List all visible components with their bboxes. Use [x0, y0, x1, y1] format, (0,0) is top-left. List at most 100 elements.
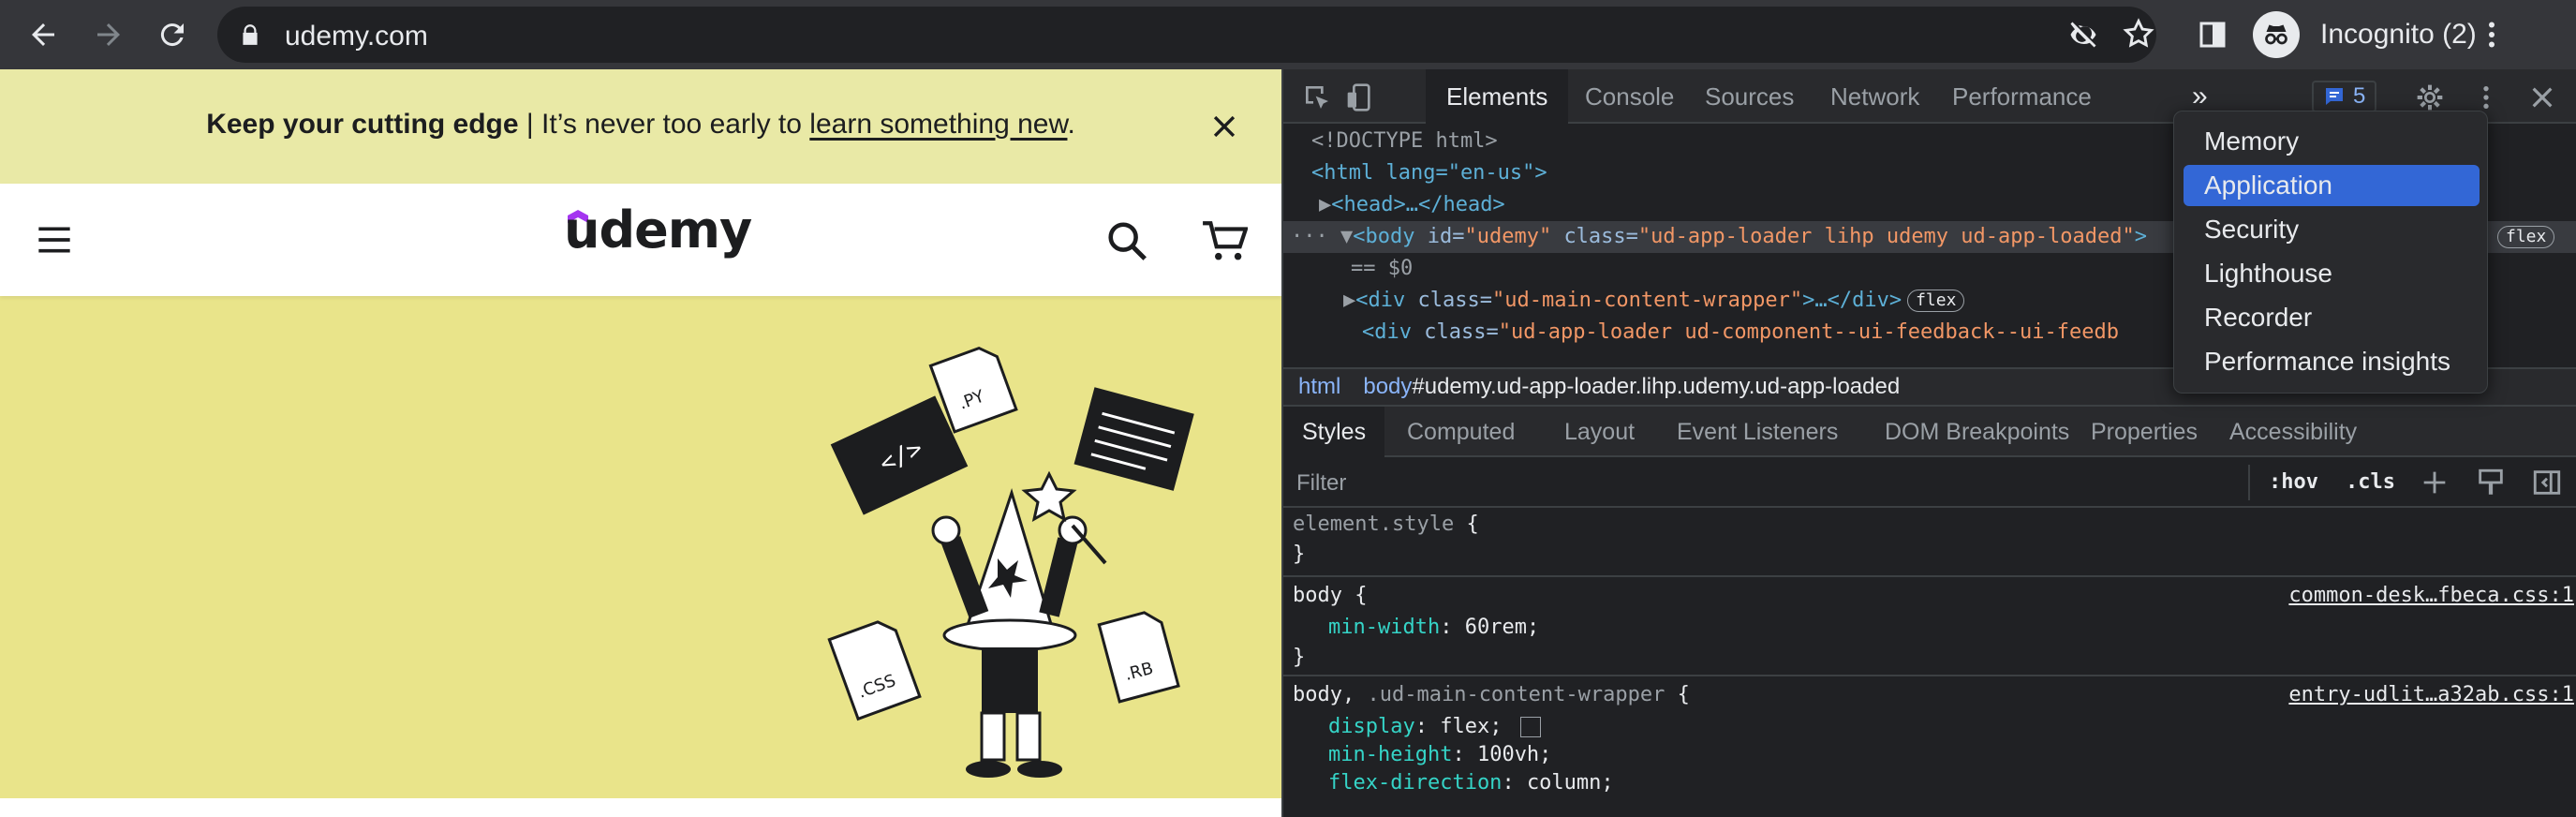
rule3-value-flexdir[interactable]: column; [1527, 771, 1614, 795]
inspect-element-icon[interactable] [1302, 82, 1332, 112]
div1-class-value: "ud-main-content-wrapper" [1491, 289, 1803, 312]
subtab-dom-breakpoints[interactable]: DOM Breakpoints [1866, 407, 2088, 457]
promo-banner: Keep your cutting edge | It’s never too … [0, 69, 1281, 184]
menu-item-application[interactable]: Application [2184, 165, 2480, 206]
subtab-computed[interactable]: Computed [1388, 407, 1533, 457]
body-class-value: "ud-app-loader lihp udemy ud-app-loaded" [1637, 225, 2135, 248]
rule1-selector: element.style [1293, 512, 1455, 536]
banner-text: | It’s never too early to [518, 109, 810, 140]
rule3-value-minheight[interactable]: 100vh; [1477, 743, 1551, 766]
issues-count: 5 [2353, 83, 2366, 109]
crumb-html[interactable]: html [1298, 374, 1340, 399]
menu-item-security[interactable]: Security [2184, 209, 2480, 250]
tab-console[interactable]: Console [1564, 69, 1695, 124]
styles-filter-input[interactable]: Filter [1296, 470, 1346, 497]
browser-menu-button[interactable] [2465, 8, 2518, 61]
dom-doctype[interactable]: <!DOCTYPE html> [1311, 126, 1498, 157]
hamburger-menu-icon[interactable] [34, 221, 75, 259]
ellipsis-icon[interactable]: ··· [1291, 225, 1340, 248]
rule3-prop-minheight[interactable]: min-height [1328, 743, 1452, 766]
subtab-accessibility[interactable]: Accessibility [2211, 407, 2376, 457]
div2-class-value: "ud-app-loader ud-component--ui-feedback… [1498, 320, 2119, 344]
bookmark-star-icon[interactable] [2121, 16, 2156, 52]
styles-pane: element.style { } body { common-desk…fbe… [1283, 508, 2576, 817]
eye-off-icon[interactable] [2066, 18, 2100, 52]
close-devtools-icon[interactable] [2527, 82, 2557, 112]
dom-head-node[interactable]: ▶<head>…</head> [1319, 189, 1505, 221]
filter-divider [2248, 465, 2250, 500]
browser-toolbar: udemy.com Incognito (2) [0, 0, 2576, 69]
devtools-menu-icon[interactable] [2471, 82, 2501, 112]
arrow-left-icon [32, 23, 54, 46]
dom-app-loader-node[interactable]: <div class="ud-app-loader ud-component--… [1362, 317, 2119, 349]
device-toolbar-icon[interactable] [1345, 82, 1375, 112]
crumb-body[interactable]: body#udemy.ud-app-loader.lihp.udemy.ud-a… [1363, 374, 1900, 399]
arrow-right-icon [97, 23, 120, 46]
flexbox-editor-icon[interactable] [1519, 717, 1541, 737]
side-panel-button[interactable] [2186, 8, 2239, 61]
style-rule-body[interactable]: body { common-desk…fbeca.css:1 min-width… [1283, 577, 2576, 676]
banner-bold-text: Keep your cutting edge [206, 109, 519, 140]
menu-item-performance-insights[interactable]: Performance insights [2184, 341, 2480, 382]
rule3-value-display[interactable]: flex; [1440, 715, 1502, 738]
rule2-prop[interactable]: min-width [1328, 616, 1440, 639]
expand-triangle-icon[interactable]: ▶ [1343, 289, 1355, 312]
rule2-source-link[interactable]: common-desk…fbeca.css:1 [2288, 581, 2574, 611]
tab-network[interactable]: Network [1810, 69, 1940, 124]
subtab-styles[interactable]: Styles [1283, 407, 1385, 457]
lock-icon [243, 24, 258, 45]
style-rule-body-wrapper[interactable]: body, .ud-main-content-wrapper { entry-u… [1283, 676, 2576, 817]
web-page: Keep your cutting edge | It’s never too … [0, 69, 1281, 817]
flex-badge[interactable]: flex [1907, 290, 1965, 312]
body-class-attr: class [1563, 225, 1626, 248]
hov-toggle[interactable]: :hov [2269, 470, 2318, 494]
style-rule-element[interactable]: element.style { } [1283, 508, 2576, 577]
rule3-source-link[interactable]: entry-udlit…a32ab.css:1 [2288, 680, 2574, 710]
dom-html-node[interactable]: <html lang="en-us"> [1311, 157, 1547, 189]
more-tabs-menu: Memory Application Security Lighthouse R… [2173, 111, 2488, 394]
collapse-triangle-icon[interactable]: ▼ [1340, 225, 1353, 248]
crumb-body-tag: body [1363, 374, 1413, 399]
styles-filter-row: Filter :hov .cls [1283, 457, 2576, 508]
forward-button[interactable] [82, 8, 135, 61]
dom-main-wrapper-node[interactable]: ▶<div class="ud-main-content-wrapper">…<… [1343, 285, 1965, 317]
body-id-value: "udemy" [1464, 225, 1552, 248]
banner-close-icon[interactable] [1208, 111, 1240, 142]
rule2-selector: body [1293, 584, 1342, 607]
cls-toggle[interactable]: .cls [2346, 470, 2395, 494]
expand-triangle-icon[interactable]: ▶ [1319, 193, 1331, 216]
tab-performance[interactable]: Performance [1932, 69, 2112, 124]
shopping-cart-icon[interactable] [1201, 217, 1248, 264]
incognito-label: Incognito (2) [2320, 19, 2477, 50]
paint-brush-icon[interactable] [2475, 467, 2507, 498]
subtab-layout[interactable]: Layout [1546, 407, 1653, 457]
rule2-value[interactable]: 60rem; [1465, 616, 1539, 639]
rule3-selector-a: body, [1293, 683, 1355, 706]
page-bottom-strip [0, 798, 1281, 817]
settings-gear-icon[interactable] [2415, 82, 2445, 112]
rule3-prop-flexdir[interactable]: flex-direction [1328, 771, 1502, 795]
body-tag-name: body [1365, 225, 1415, 248]
subtab-properties[interactable]: Properties [2072, 407, 2216, 457]
banner-link[interactable]: learn something new [809, 109, 1067, 140]
search-icon[interactable] [1105, 219, 1148, 262]
subtab-event-listeners[interactable]: Event Listeners [1658, 407, 1857, 457]
head-tag: <head>…</head> [1331, 193, 1505, 216]
new-style-rule-icon[interactable] [2419, 467, 2450, 498]
dom-dollar0: == $0 [1351, 253, 1413, 285]
flex-badge[interactable]: flex [2497, 226, 2555, 248]
udemy-logo[interactable]: udemy [564, 201, 752, 260]
toggle-sidebar-icon[interactable] [2531, 467, 2563, 498]
back-button[interactable] [17, 8, 69, 61]
address-bar[interactable]: udemy.com [217, 7, 2156, 63]
tab-sources[interactable]: Sources [1684, 69, 1814, 124]
menu-item-memory[interactable]: Memory [2184, 121, 2480, 162]
chat-bubble-icon [2326, 88, 2343, 105]
issues-badge[interactable]: 5 [2312, 81, 2377, 112]
rule3-prop-display[interactable]: display [1328, 715, 1415, 738]
menu-item-recorder[interactable]: Recorder [2184, 297, 2480, 338]
tab-elements[interactable]: Elements [1426, 69, 1569, 124]
reload-button[interactable] [146, 8, 199, 61]
side-panel-icon [2199, 22, 2226, 48]
menu-item-lighthouse[interactable]: Lighthouse [2184, 253, 2480, 294]
